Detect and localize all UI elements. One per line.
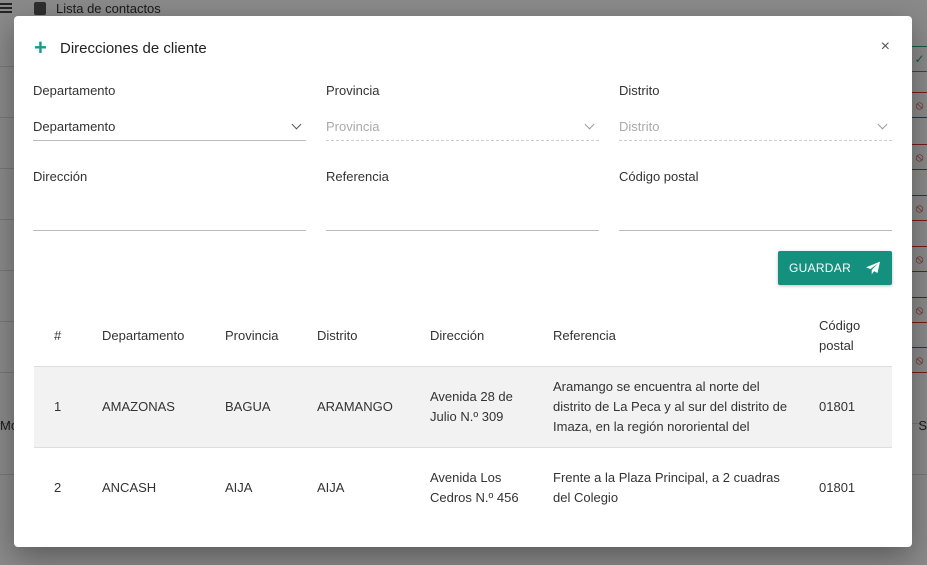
direccion-field: Dirección — [33, 169, 306, 231]
distrito-field: Distrito Distrito — [619, 83, 892, 141]
table-header-row: # Departamento Provincia Distrito Direcc… — [34, 306, 892, 366]
cell-referencia: Aramango se encuentra al norte del distr… — [553, 366, 819, 447]
cell-number: 1 — [54, 398, 62, 414]
referencia-input[interactable] — [326, 203, 599, 231]
departamento-field: Departamento Departamento — [33, 83, 306, 141]
provincia-label: Provincia — [326, 83, 380, 98]
departamento-value: Departamento — [33, 119, 116, 134]
dialog-title: Direcciones de cliente — [60, 39, 207, 57]
save-button-label: GUARDAR — [788, 261, 852, 275]
cell-departamento: ANCASH — [102, 480, 157, 496]
chevron-down-icon — [877, 119, 888, 130]
client-addresses-dialog: + Direcciones de cliente × Departamento … — [14, 16, 912, 547]
plus-icon: + — [34, 35, 47, 60]
send-icon — [866, 261, 881, 275]
column-header: Provincia — [225, 327, 279, 343]
provincia-select[interactable]: Provincia — [326, 113, 599, 141]
departamento-select[interactable]: Departamento — [33, 113, 306, 141]
column-header: Departamento — [102, 327, 185, 343]
codigo-postal-field: Código postal — [619, 169, 892, 231]
cell-provincia: AIJA — [225, 480, 253, 496]
distrito-placeholder: Distrito — [619, 119, 660, 134]
departamento-label: Departamento — [33, 83, 116, 98]
direccion-label: Dirección — [33, 169, 88, 184]
distrito-select[interactable]: Distrito — [619, 113, 892, 141]
column-header: # — [54, 327, 62, 343]
referencia-text: Frente a la Plaza Principal, a 2 cuadras… — [553, 470, 780, 506]
column-header: Dirección — [430, 327, 485, 343]
provincia-placeholder: Provincia — [326, 119, 380, 134]
column-header: Referencia — [553, 327, 616, 343]
codigo-postal-label: Código postal — [619, 169, 699, 184]
cell-referencia: Frente a la Plaza Principal, a 2 cuadras… — [553, 447, 819, 529]
cell-codigo-postal: 01801 — [819, 398, 856, 414]
dialog-header: + Direcciones de cliente × — [34, 36, 892, 60]
cell-provincia: BAGUA — [225, 398, 271, 414]
cell-direccion: Avenida Los Cedros N.º 456 — [430, 470, 519, 506]
cell-direccion: Avenida 28 de Julio N.º 309 — [430, 388, 513, 424]
table-row[interactable]: 2 ANCASH AIJA AIJA Avenida Los Cedros N.… — [34, 447, 892, 529]
cell-number: 2 — [54, 480, 62, 496]
codigo-postal-input[interactable] — [619, 203, 892, 231]
distrito-label: Distrito — [619, 83, 660, 98]
referencia-label: Referencia — [326, 169, 389, 184]
close-icon[interactable]: × — [881, 38, 890, 56]
cell-departamento: AMAZONAS — [102, 398, 175, 414]
column-header: Código postal — [819, 317, 861, 353]
chevron-down-icon — [584, 119, 595, 130]
column-header: Distrito — [317, 327, 358, 343]
cell-codigo-postal: 01801 — [819, 480, 856, 496]
addresses-table: # Departamento Provincia Distrito Direcc… — [34, 306, 892, 529]
cell-distrito: ARAMANGO — [317, 398, 393, 414]
chevron-down-icon — [291, 119, 302, 130]
save-button[interactable]: GUARDAR — [778, 251, 892, 285]
table-row[interactable]: 1 AMAZONAS BAGUA ARAMANGO Avenida 28 de … — [34, 366, 892, 447]
direccion-input[interactable] — [33, 203, 306, 231]
referencia-field: Referencia — [326, 169, 599, 231]
provincia-field: Provincia Provincia — [326, 83, 599, 141]
referencia-text: Aramango se encuentra al norte del distr… — [553, 378, 788, 434]
cell-distrito: AIJA — [317, 480, 345, 496]
